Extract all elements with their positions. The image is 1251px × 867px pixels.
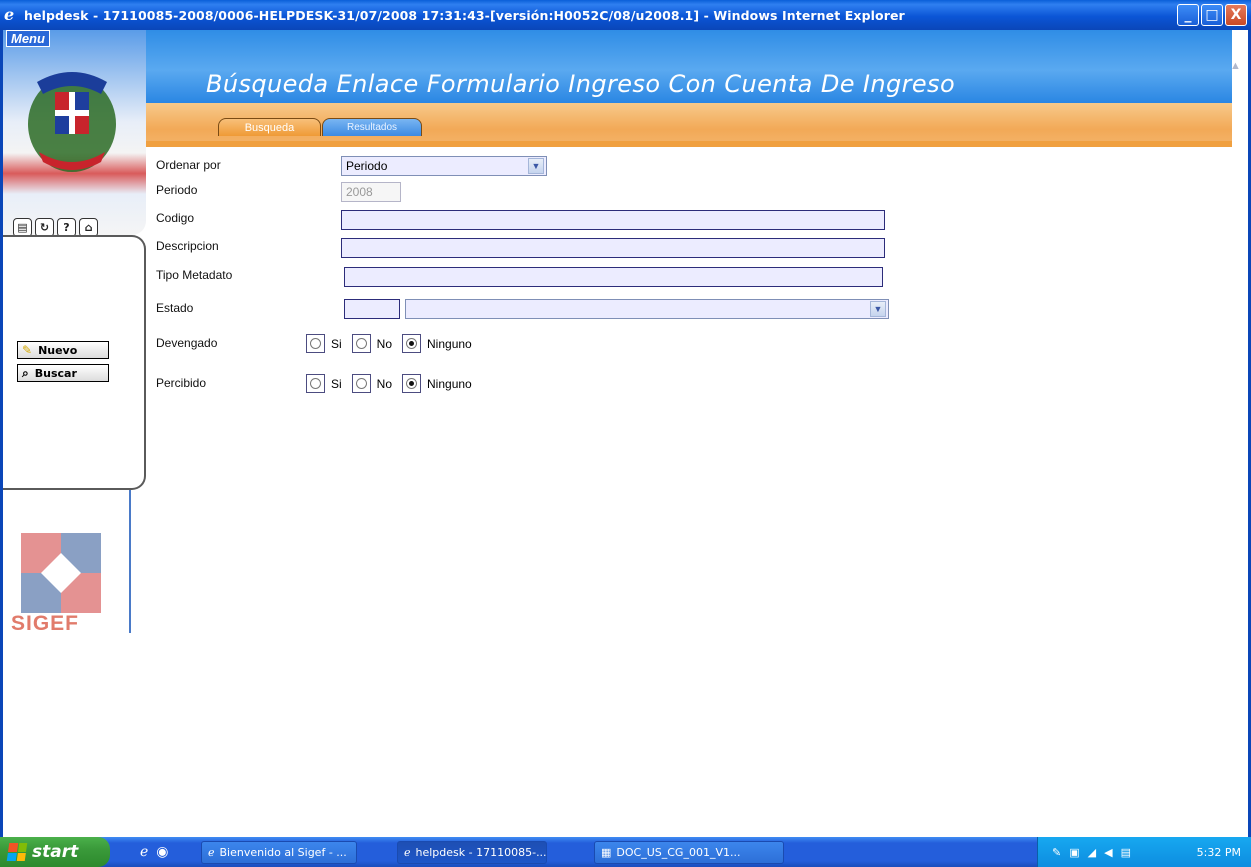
periodo-label: Periodo [156, 183, 198, 197]
tabs-bar: Busqueda Resultados [146, 103, 1232, 147]
ie-quicklaunch-icon[interactable]: ℯ [140, 843, 148, 860]
devengado-label: Devengado [156, 336, 218, 350]
chart-tray-icon[interactable]: ◢ [1088, 846, 1096, 859]
devengado-ninguno-radio[interactable] [402, 334, 422, 353]
tabs-divider [146, 141, 1232, 147]
tab-busqueda[interactable]: Busqueda [218, 118, 321, 136]
close-button[interactable]: X [1225, 4, 1247, 26]
pen-tray-icon[interactable]: ✎ [1052, 846, 1061, 859]
descripcion-label: Descripcion [156, 239, 219, 253]
periodo-field: 2008 [341, 182, 401, 202]
chevron-down-icon: ▼ [528, 158, 544, 174]
clock: 5:32 PM [1196, 845, 1241, 859]
estado-label: Estado [156, 301, 194, 315]
maximize-button[interactable]: □ [1201, 4, 1223, 26]
devengado-no-radio[interactable] [351, 334, 371, 353]
back-tray-icon[interactable]: ◀ [1104, 846, 1112, 859]
pencil-icon: ✎ [22, 343, 33, 357]
page-title: Búsqueda Enlace Formulario Ingreso Con C… [206, 70, 956, 98]
ordenar-value: Periodo [346, 159, 388, 173]
task-label: helpdesk - 17110085-... [415, 846, 547, 859]
estado-select[interactable]: ▼ [405, 299, 889, 319]
system-tray: ✎ ▣ ◢ ◀ ▤ 5:32 PM [1037, 837, 1251, 867]
task-label: Bienvenido al Sigef - ... [219, 846, 347, 859]
menu-button[interactable]: Menu [6, 30, 50, 47]
minimize-button[interactable]: _ [1177, 4, 1199, 26]
estado-code-field[interactable] [344, 299, 400, 319]
percibido-label: Percibido [156, 376, 207, 390]
browser-content: Búsqueda Enlace Formulario Ingreso Con C… [0, 30, 1251, 837]
percibido-no-label: No [376, 376, 393, 391]
ordenar-select[interactable]: Periodo ▼ [341, 156, 547, 176]
sidebar: Menu ▤ ↻ ? ⌂ ✎ Nuevo ⌕ Buscar SIGEF [3, 30, 146, 635]
window-titlebar: e helpdesk - 17110085-2008/0006-HELPDESK… [0, 0, 1251, 30]
ordenar-label: Ordenar por [156, 158, 221, 172]
task-doc[interactable]: ▦ DOC_US_CG_001_V1... [594, 841, 784, 864]
word-doc-icon: ▦ [601, 846, 612, 859]
magnifier-icon: ⌕ [22, 365, 29, 380]
percibido-ninguno-radio[interactable] [402, 374, 422, 393]
task-label: DOC_US_CG_001_V1... [616, 846, 741, 859]
scrollbar[interactable]: ▲ [1228, 60, 1245, 80]
percibido-ninguno-label: Ninguno [427, 376, 472, 391]
codigo-field[interactable] [341, 210, 885, 230]
coat-of-arms-icon [28, 72, 116, 172]
page-header: Búsqueda Enlace Formulario Ingreso Con C… [146, 30, 1232, 103]
task-bienvenido[interactable]: ℯ Bienvenido al Sigef - ... [201, 841, 357, 864]
descripcion-field[interactable] [341, 238, 885, 258]
window-title: helpdesk - 17110085-2008/0006-HELPDESK-3… [24, 7, 905, 23]
devengado-si-label: Si [331, 336, 342, 351]
window-controls: _ □ X [1177, 4, 1247, 26]
percibido-no-radio[interactable] [351, 374, 371, 393]
sidebar-actions-panel: ✎ Nuevo ⌕ Buscar [3, 235, 146, 490]
task-helpdesk[interactable]: ℯ helpdesk - 17110085-... [397, 841, 547, 864]
windows-flag-icon [6, 843, 28, 861]
network-tray-icon[interactable]: ▣ [1069, 846, 1079, 859]
ie-icon: ℯ [208, 846, 215, 859]
quick-launch: ℯ ◉ [140, 843, 169, 860]
tipo-metadato-field[interactable] [344, 267, 883, 287]
ie-icon: e [4, 5, 15, 24]
monitor-tray-icon[interactable]: ▤ [1121, 846, 1131, 859]
chevron-down-icon: ▼ [870, 301, 886, 317]
devengado-si-radio[interactable] [306, 334, 325, 353]
devengado-ninguno-label: Ninguno [427, 336, 472, 351]
search-button[interactable]: ⌕ Buscar [17, 364, 109, 382]
new-button[interactable]: ✎ Nuevo [17, 341, 109, 359]
devengado-no-label: No [376, 336, 393, 351]
start-label: start [32, 842, 79, 862]
start-button[interactable]: start [0, 837, 110, 867]
new-button-label: Nuevo [38, 343, 78, 357]
percibido-radio-group: Si No Ninguno [306, 374, 482, 393]
scroll-up-icon[interactable]: ▲ [1228, 60, 1243, 75]
search-button-label: Buscar [34, 366, 77, 380]
devengado-radio-group: Si No Ninguno [306, 334, 482, 353]
codigo-label: Codigo [156, 211, 195, 225]
browser-quicklaunch-icon[interactable]: ◉ [156, 843, 168, 860]
sigef-logo-text: SIGEF [11, 612, 80, 635]
ie-icon: ℯ [404, 846, 411, 859]
tab-resultados[interactable]: Resultados [322, 118, 422, 136]
tipo-metadato-label: Tipo Metadato [156, 268, 233, 282]
percibido-si-label: Si [331, 376, 342, 391]
taskbar: start ℯ ◉ ℯ Bienvenido al Sigef - ... ℯ … [0, 837, 1251, 867]
percibido-si-radio[interactable] [306, 374, 325, 393]
